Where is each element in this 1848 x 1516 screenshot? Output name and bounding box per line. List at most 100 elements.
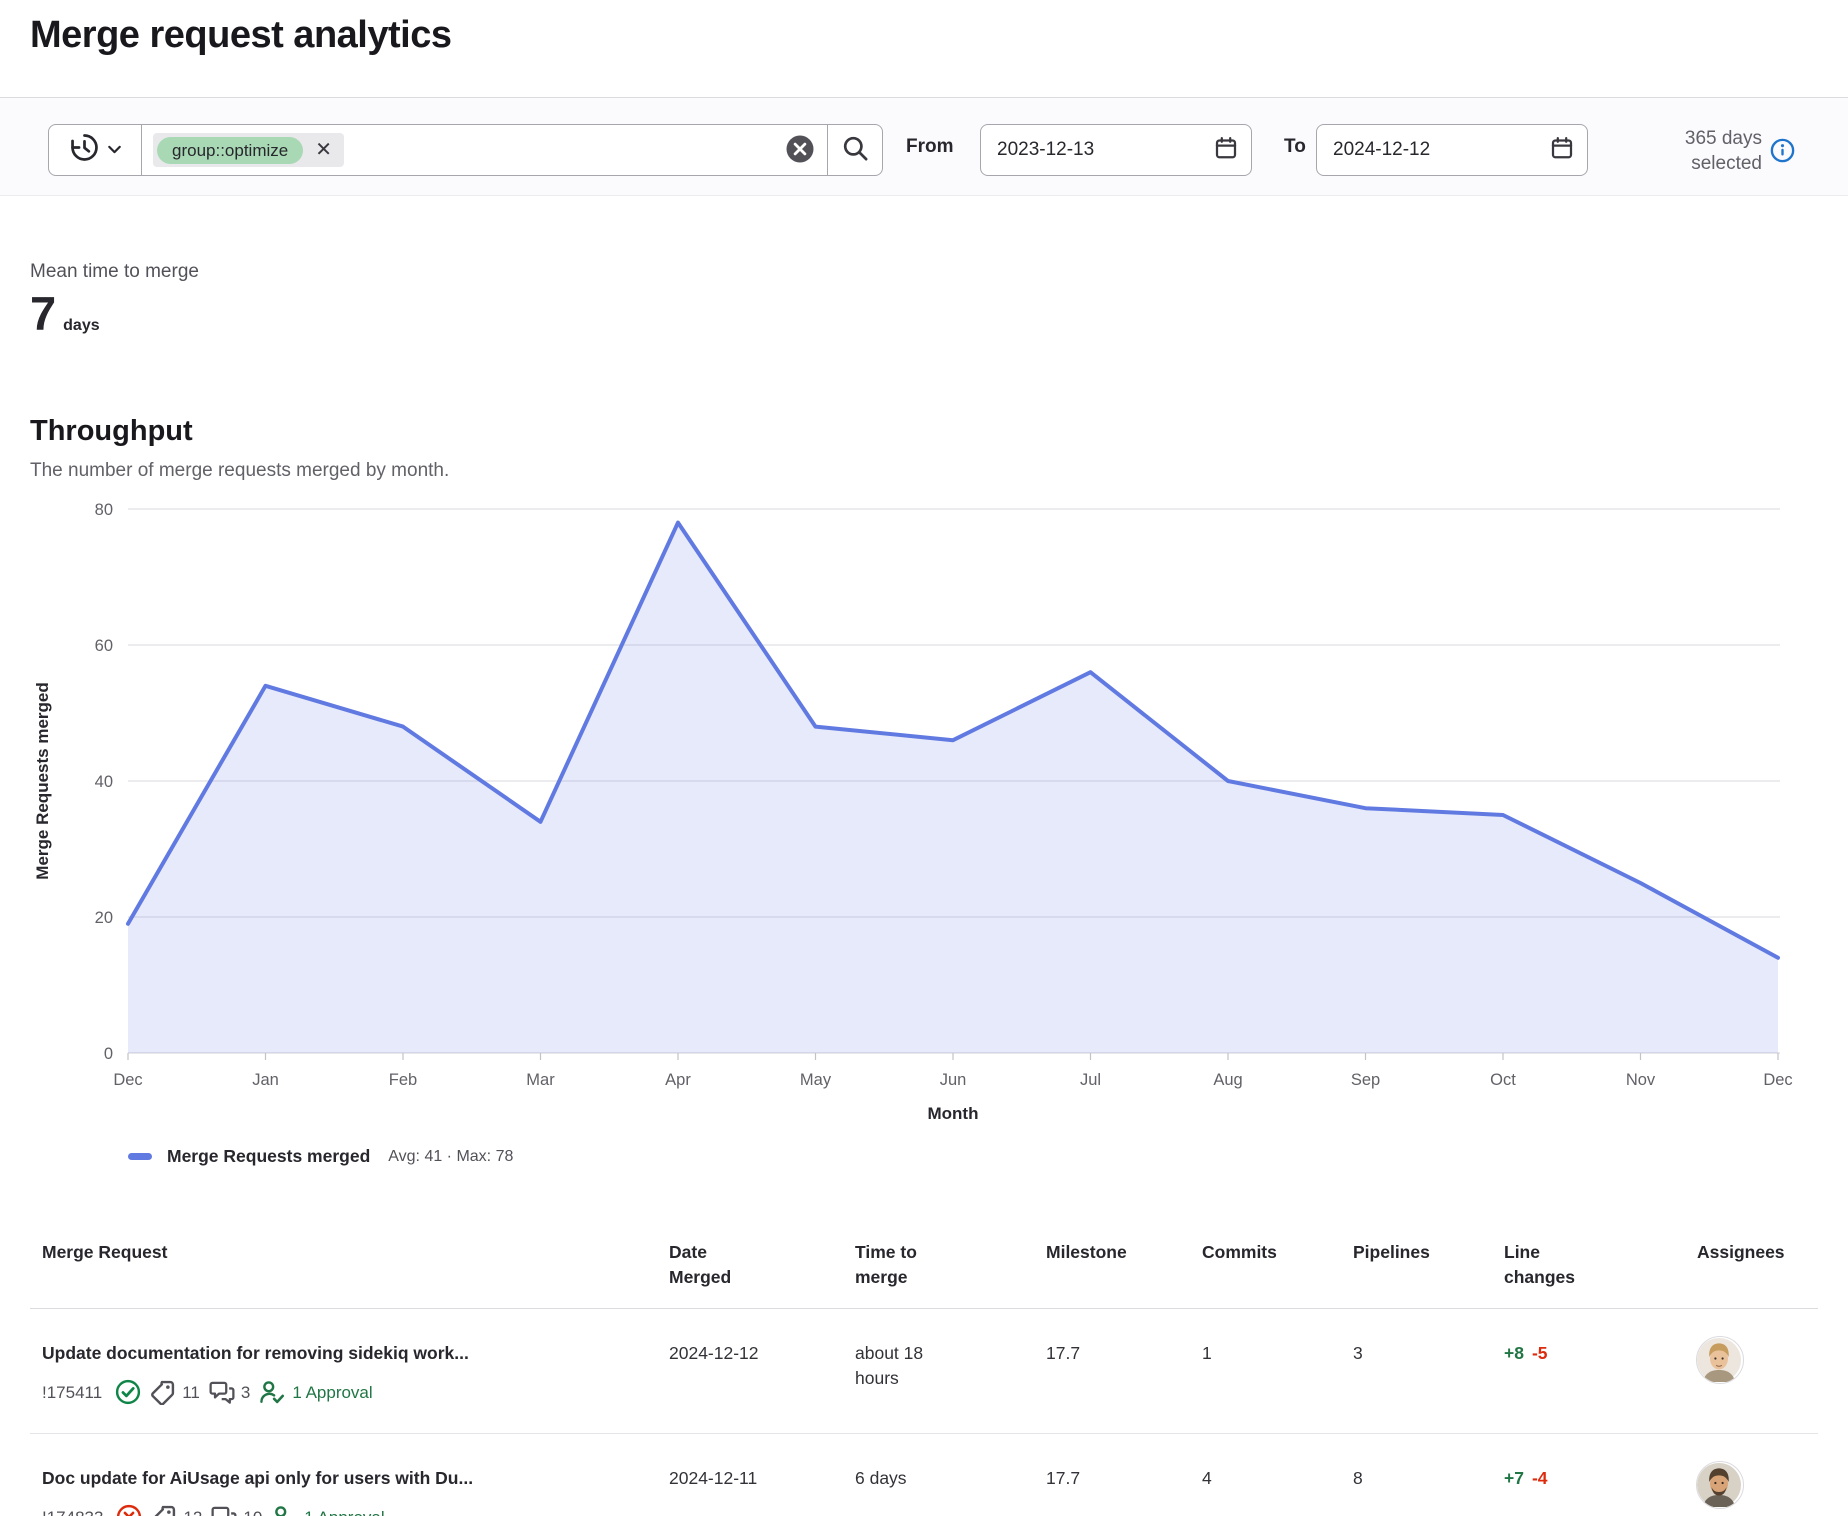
comments-icon [209, 1379, 235, 1405]
area-fill [128, 523, 1778, 1053]
calendar-icon [1214, 136, 1238, 165]
merge-requests-table: Merge RequestDate MergedTime to mergeMil… [30, 1234, 1818, 1516]
merge-request-title-link[interactable]: Update documentation for removing sideki… [42, 1341, 639, 1366]
to-date-input[interactable]: 2024-12-12 [1316, 124, 1588, 176]
approvals-badge: 1 Approval [259, 1379, 372, 1405]
throughput-heading: Throughput [30, 415, 193, 448]
merge-request-cell: Update documentation for removing sideki… [30, 1341, 669, 1405]
pipeline-status-success[interactable] [115, 1379, 141, 1405]
metric-label: Mean time to merge [30, 261, 199, 283]
column-header-assignees: Assignees [1697, 1240, 1818, 1283]
commits-cell: 4 [1202, 1466, 1353, 1491]
assignee-avatar-image [1697, 1338, 1741, 1382]
date-merged-cell: 2024-12-12 [669, 1341, 855, 1366]
milestone-cell: 17.7 [1046, 1466, 1202, 1491]
table-header-row: Merge RequestDate MergedTime to mergeMil… [30, 1234, 1818, 1309]
y-axis-tick-label: 0 [104, 1045, 113, 1063]
x-axis-tick-label: Oct [1490, 1071, 1516, 1089]
table-body: Update documentation for removing sideki… [30, 1309, 1818, 1516]
assignee-avatar[interactable] [1697, 1337, 1743, 1383]
days-selected-text: 365 days selected [1620, 126, 1762, 176]
y-axis-tick-label: 80 [95, 501, 113, 519]
filter-bar: group::optimize ✕ From 2023-12-13 [0, 97, 1848, 196]
line-changes-cell: +8-5 [1504, 1341, 1697, 1366]
merge-request-row: Update documentation for removing sideki… [30, 1309, 1818, 1434]
to-date-value: 2024-12-12 [1333, 139, 1430, 161]
assignees-cell [1697, 1466, 1818, 1515]
history-clock-icon [70, 133, 99, 167]
user-check-icon [259, 1379, 285, 1405]
pipeline-status-failed[interactable] [116, 1504, 142, 1516]
legend-series-stats: Avg: 41 · Max: 78 [388, 1148, 513, 1166]
chevron-down-icon [108, 141, 121, 159]
x-axis-tick-label: Nov [1626, 1071, 1656, 1089]
assignee-avatar[interactable] [1697, 1462, 1743, 1508]
merge-request-meta: !174833 12 10 1 Approval [42, 1504, 639, 1516]
merge-request-id: !175411 [42, 1380, 102, 1405]
filter-token-value: group::optimize [157, 137, 303, 164]
pipelines-cell: 3 [1353, 1341, 1504, 1366]
x-axis-title: Month [928, 1104, 979, 1123]
info-circle-icon [1770, 151, 1795, 166]
x-axis-tick-label: Aug [1213, 1071, 1242, 1089]
time-to-merge-cell: about 18 hours [855, 1341, 1046, 1391]
magnifier-icon [842, 135, 869, 165]
throughput-description: The number of merge requests merged by m… [30, 460, 449, 482]
legend-series-dash-icon [128, 1153, 152, 1160]
y-axis-tick-label: 60 [95, 637, 113, 655]
comments-count: 3 [209, 1379, 250, 1405]
mean-time-to-merge-metric: 7 days [30, 290, 100, 337]
approvals-badge: 1 Approval [271, 1504, 384, 1516]
milestone-cell: 17.7 [1046, 1341, 1202, 1366]
page-title: Merge request analytics [30, 14, 451, 57]
y-axis-title: Merge Requests merged [33, 682, 52, 879]
token-remove-button[interactable]: ✕ [303, 140, 344, 160]
tag-icon [150, 1379, 176, 1405]
x-axis-tick-label: Dec [113, 1071, 142, 1089]
pipelines-cell: 8 [1353, 1466, 1504, 1491]
search-input-area[interactable]: group::optimize ✕ [142, 125, 781, 175]
filter-token-group-optimize[interactable]: group::optimize ✕ [153, 133, 344, 167]
comments-count: 10 [211, 1504, 262, 1516]
labels-count: 12 [151, 1504, 202, 1516]
x-axis-tick-label: Jan [252, 1071, 279, 1089]
merge-request-id: !174833 [42, 1505, 103, 1516]
tag-icon [151, 1504, 177, 1516]
from-date-label: From [906, 136, 954, 158]
from-date-input[interactable]: 2023-12-13 [980, 124, 1252, 176]
column-header-date-merged: Date Merged [669, 1240, 855, 1308]
range-info-button[interactable] [1770, 138, 1795, 166]
search-history-button[interactable] [49, 125, 142, 175]
column-header-milestone: Milestone [1046, 1240, 1202, 1283]
merge-request-title-link[interactable]: Doc update for AiUsage api only for user… [42, 1466, 639, 1491]
x-axis-tick-label: Jul [1080, 1071, 1101, 1089]
x-axis-tick-label: Jun [940, 1071, 967, 1089]
x-axis-tick-label: Mar [526, 1071, 555, 1089]
column-header-time-to-merge: Time to merge [855, 1240, 1046, 1308]
x-axis-tick-label: Sep [1351, 1071, 1380, 1089]
filtered-search-box: group::optimize ✕ [48, 124, 883, 176]
metric-value: 7 [30, 290, 56, 337]
metric-unit: days [63, 317, 99, 335]
legend-item-merge-requests-merged[interactable]: Merge Requests merged Avg: 41 · Max: 78 [128, 1146, 513, 1167]
merge-request-meta: !175411 11 3 1 Approval [42, 1379, 639, 1405]
commits-cell: 1 [1202, 1341, 1353, 1366]
clear-circle-icon [785, 134, 815, 167]
column-header-pipelines: Pipelines [1353, 1240, 1504, 1283]
time-to-merge-cell: 6 days [855, 1466, 1046, 1491]
search-submit-button[interactable] [827, 125, 882, 175]
clear-search-button[interactable] [781, 134, 827, 167]
x-axis-tick-label: Feb [389, 1071, 417, 1089]
to-date-label: To [1284, 136, 1306, 158]
merge-request-cell: Doc update for AiUsage api only for user… [30, 1466, 669, 1516]
x-axis-tick-label: Dec [1763, 1071, 1792, 1089]
x-circle-icon [116, 1504, 142, 1516]
assignee-avatar-image [1697, 1463, 1741, 1507]
from-date-value: 2023-12-13 [997, 139, 1094, 161]
check-circle-icon [115, 1379, 141, 1405]
throughput-chart: 020406080DecJanFebMarAprMayJunJulAugSepO… [30, 490, 1818, 1140]
calendar-icon [1550, 136, 1574, 165]
column-header-line-changes: Line changes [1504, 1240, 1697, 1308]
column-header-commits: Commits [1202, 1240, 1353, 1283]
assignees-cell [1697, 1341, 1818, 1390]
